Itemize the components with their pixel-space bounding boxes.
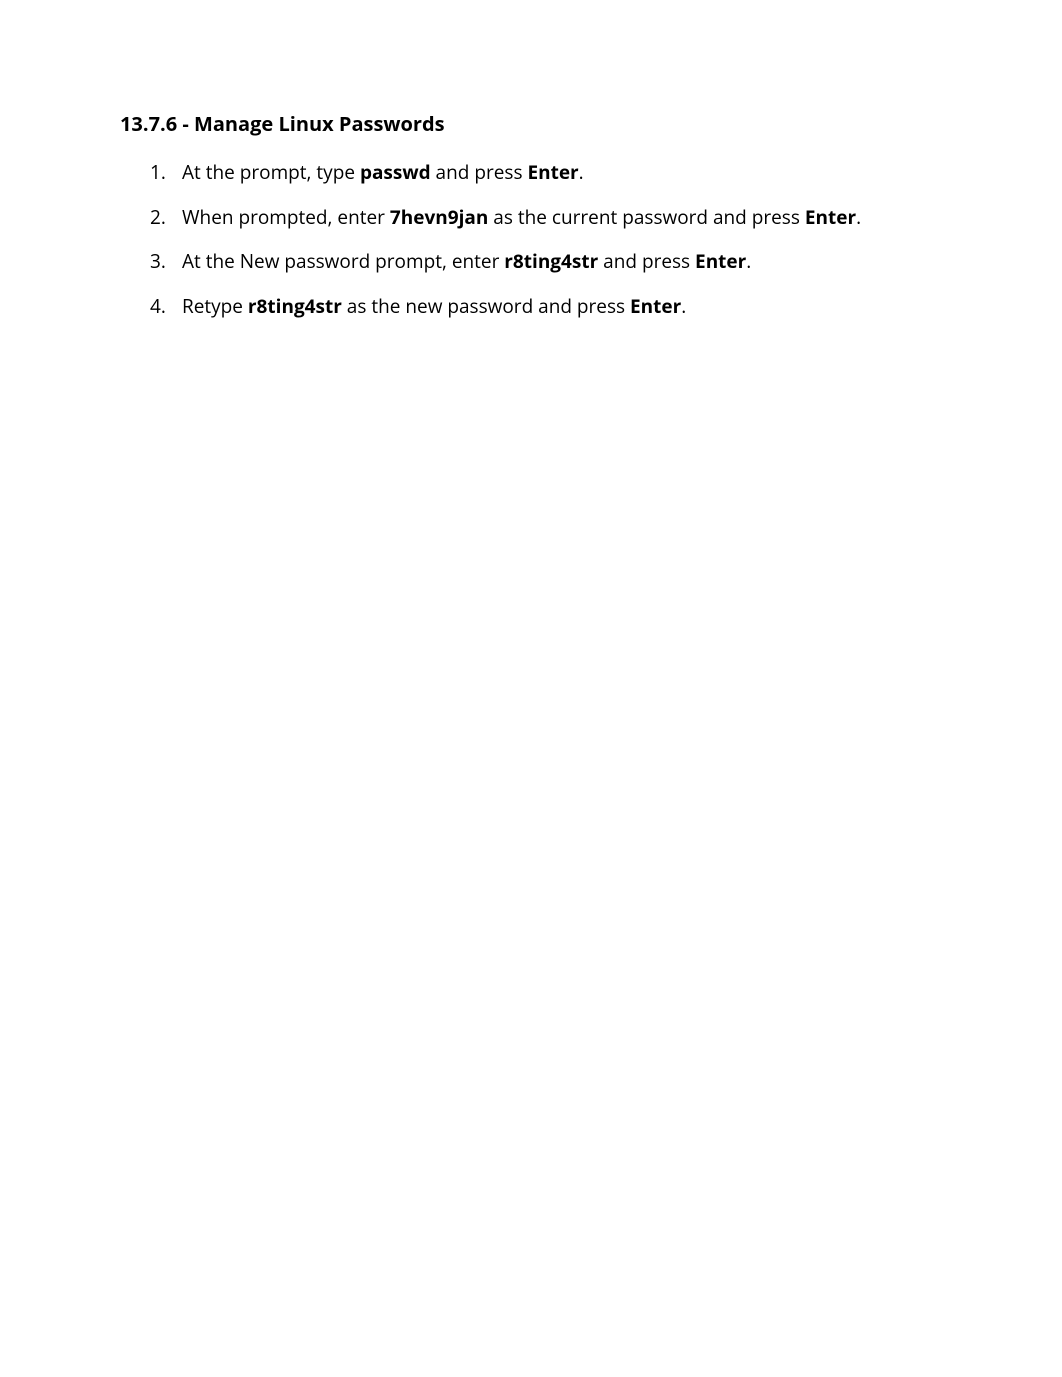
plain-text: . (579, 159, 584, 185)
step-item: 1. At the prompt, type passwd and press … (150, 158, 942, 187)
step-number: 1. (150, 158, 182, 187)
step-text: Retype r8ting4str as the new password an… (182, 292, 942, 321)
plain-text: . (746, 248, 751, 274)
step-text: At the New password prompt, enter r8ting… (182, 247, 942, 276)
step-text: At the prompt, type passwd and press Ent… (182, 158, 942, 187)
bold-text: r8ting4str (248, 293, 342, 319)
step-number: 2. (150, 203, 182, 232)
bold-text: Enter (695, 248, 746, 274)
plain-text: . (681, 293, 686, 319)
plain-text: . (856, 204, 861, 230)
step-item: 3. At the New password prompt, enter r8t… (150, 247, 942, 276)
bold-text: Enter (630, 293, 681, 319)
steps-list: 1. At the prompt, type passwd and press … (120, 158, 942, 320)
plain-text: When prompted, enter (182, 204, 390, 230)
bold-text: Enter (527, 159, 578, 185)
plain-text: as the new password and press (342, 293, 630, 319)
step-number: 4. (150, 292, 182, 321)
step-number: 3. (150, 247, 182, 276)
plain-text: At the prompt, type (182, 159, 360, 185)
bold-text: 7hevn9jan (390, 204, 489, 230)
document-heading: 13.7.6 - Manage Linux Passwords (120, 110, 942, 138)
bold-text: passwd (360, 159, 431, 185)
step-item: 4. Retype r8ting4str as the new password… (150, 292, 942, 321)
plain-text: Retype (182, 293, 248, 319)
bold-text: Enter (805, 204, 856, 230)
plain-text: and press (431, 159, 528, 185)
plain-text: and press (598, 248, 695, 274)
plain-text: At the New password prompt, enter (182, 248, 504, 274)
bold-text: r8ting4str (504, 248, 598, 274)
plain-text: as the current password and press (488, 204, 804, 230)
step-text: When prompted, enter 7hevn9jan as the cu… (182, 203, 942, 232)
step-item: 2. When prompted, enter 7hevn9jan as the… (150, 203, 942, 232)
